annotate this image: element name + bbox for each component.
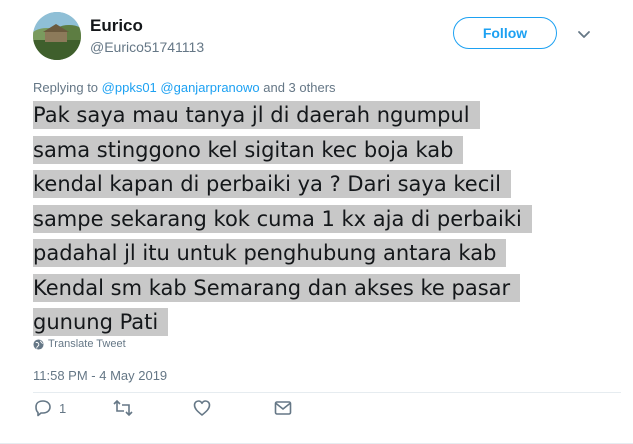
divider	[33, 392, 621, 393]
globe-icon	[33, 338, 44, 350]
like-button[interactable]	[192, 398, 212, 418]
tweet-line-text: kendal kapan di perbaiki ya ? Dari saya …	[33, 170, 511, 198]
direct-message-button[interactable]	[273, 398, 293, 418]
tweet-line: Kendal sm kab Semarang dan akses ke pasa…	[33, 271, 613, 306]
retweet-button[interactable]	[112, 398, 134, 418]
user-handle[interactable]: @Eurico51741113	[90, 39, 204, 55]
tweet-line: sama stinggono kel sigitan kec boja kab	[33, 133, 613, 168]
tweet-line-text: sampe sekarang kok cuma 1 kx aja di perb…	[33, 204, 532, 233]
tweet-line-text: sama stinggono kel sigitan kec boja kab	[33, 135, 464, 164]
tweet-text: Pak saya mau tanya jl di daerah ngumpul …	[33, 98, 613, 340]
replying-to: Replying to @ppks01 @ganjarpranowo and 3…	[33, 80, 336, 95]
tweet-header: Eurico @Eurico51741113 Follow	[33, 12, 633, 64]
replying-prefix: Replying to	[33, 80, 99, 95]
replying-suffix[interactable]: and 3 others	[263, 80, 335, 95]
tweet-line-text: Kendal sm kab Semarang dan akses ke pasa…	[33, 273, 521, 302]
mention-ppks01[interactable]: @ppks01	[102, 80, 157, 95]
tweet-line: kendal kapan di perbaiki ya ? Dari saya …	[33, 167, 613, 202]
translate-tweet[interactable]: Translate Tweet	[33, 338, 126, 350]
tweet-line: padahal jl itu untuk penghubung antara k…	[33, 236, 613, 271]
reply-icon	[35, 400, 51, 417]
translate-label[interactable]: Translate Tweet	[48, 338, 126, 350]
tweet-line: gunung Pati	[33, 305, 613, 340]
tweet-line: Pak saya mau tanya jl di daerah ngumpul	[33, 98, 613, 133]
reply-count: 1	[59, 400, 67, 416]
follow-button[interactable]: Follow	[453, 17, 557, 49]
display-name[interactable]: Eurico	[90, 16, 143, 36]
mention-ganjarpranowo[interactable]: @ganjarpranowo	[160, 80, 259, 95]
direct-message-icon	[274, 401, 292, 415]
chevron-down-icon[interactable]	[576, 26, 592, 42]
tweet-line-text: gunung Pati	[33, 308, 169, 336]
tweet-timestamp[interactable]: 11:58 PM - 4 May 2019	[33, 368, 167, 383]
heart-icon	[193, 400, 211, 416]
tweet-line-text: Pak saya mau tanya jl di daerah ngumpul	[33, 101, 480, 129]
avatar[interactable]	[33, 12, 81, 60]
tweet-line: sampe sekarang kok cuma 1 kx aja di perb…	[33, 202, 613, 237]
tweet-line-text: padahal jl itu untuk penghubung antara k…	[33, 239, 507, 267]
retweet-icon	[113, 399, 133, 417]
reply-button[interactable]: 1	[33, 398, 66, 418]
